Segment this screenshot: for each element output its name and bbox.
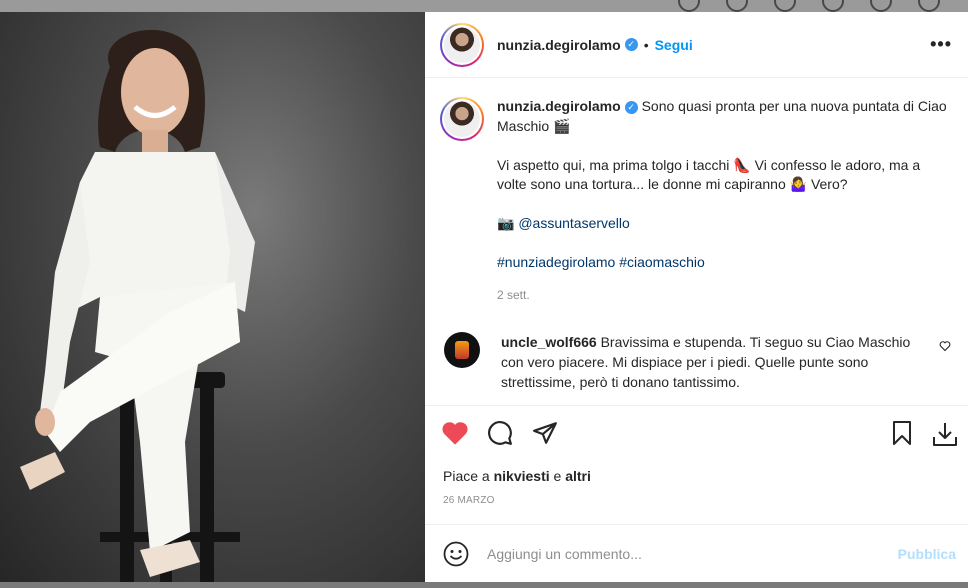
likes-user-link[interactable]: nikviesti (494, 468, 550, 484)
heart-filled-icon[interactable] (441, 420, 469, 446)
background-toolbar (0, 0, 968, 12)
likes-summary: Piace a nikviesti e altri (443, 468, 591, 484)
likes-others-link[interactable]: altri (565, 468, 591, 484)
commenter-username[interactable]: uncle_wolf666 (501, 334, 597, 350)
add-comment-bar: Pubblica (425, 524, 968, 582)
post-date[interactable]: 26 MARZO (443, 495, 495, 506)
separator-dot: • (643, 36, 649, 53)
explore-icon (822, 0, 844, 12)
author-avatar[interactable] (440, 22, 484, 67)
profile-icon (918, 0, 940, 12)
caption-username[interactable]: nunzia.degirolamo (497, 98, 621, 114)
more-options-icon[interactable]: ••• (930, 34, 952, 55)
comments-section[interactable]: nunzia.degirolamo ✓ Sono quasi pronta per… (425, 79, 968, 405)
woman-seated-illustration (20, 29, 255, 582)
caption-text-2: Vi aspetto qui, ma prima tolgo i tacchi … (497, 156, 921, 193)
likes-prefix: Piace a (443, 468, 494, 484)
comment-item: uncle_wolf666 Bravissima e stupenda. Ti … (440, 331, 953, 392)
activity-icon (870, 0, 892, 12)
post-detail-panel: nunzia.degirolamo ✓ • Segui ••• nunzia.d… (425, 12, 968, 582)
post-header: nunzia.degirolamo ✓ • Segui ••• (425, 12, 968, 78)
comment-icon[interactable] (487, 420, 513, 446)
tagged-user-link[interactable]: @assuntaservello (518, 215, 630, 231)
follow-button[interactable]: Segui (655, 37, 693, 53)
verified-badge-icon: ✓ (624, 38, 638, 51)
home-icon (678, 0, 700, 12)
direct-icon (726, 0, 748, 12)
download-icon[interactable] (931, 420, 959, 448)
post-caption: nunzia.degirolamo ✓ Sono quasi pronta per… (440, 97, 953, 306)
caption-timestamp[interactable]: 2 sett. (497, 286, 953, 306)
emoji-icon[interactable] (443, 541, 469, 567)
likes-suffix: e (549, 468, 566, 484)
new-post-icon (774, 0, 796, 12)
caption-body: nunzia.degirolamo ✓ Sono quasi pronta per… (497, 97, 953, 306)
bookmark-icon[interactable] (890, 420, 914, 446)
author-username[interactable]: nunzia.degirolamo (497, 37, 621, 53)
verified-badge-icon: ✓ (624, 100, 638, 114)
background-nav-icons (678, 0, 968, 12)
background-bottom (0, 582, 968, 588)
post-photo[interactable] (0, 12, 425, 582)
camera-emoji: 📷 (497, 215, 515, 231)
comment-input[interactable] (487, 545, 867, 562)
publish-button[interactable]: Pubblica (898, 546, 956, 562)
share-icon[interactable] (532, 420, 558, 446)
commenter-avatar[interactable] (444, 331, 480, 368)
comment-heart-icon[interactable] (939, 340, 951, 352)
caption-avatar[interactable] (440, 97, 484, 141)
comment-body: uncle_wolf666 Bravissima e stupenda. Ti … (501, 332, 931, 392)
hashtags-link[interactable]: #nunziadegirolamo #ciaomaschio (497, 253, 953, 273)
action-bar (425, 405, 968, 460)
